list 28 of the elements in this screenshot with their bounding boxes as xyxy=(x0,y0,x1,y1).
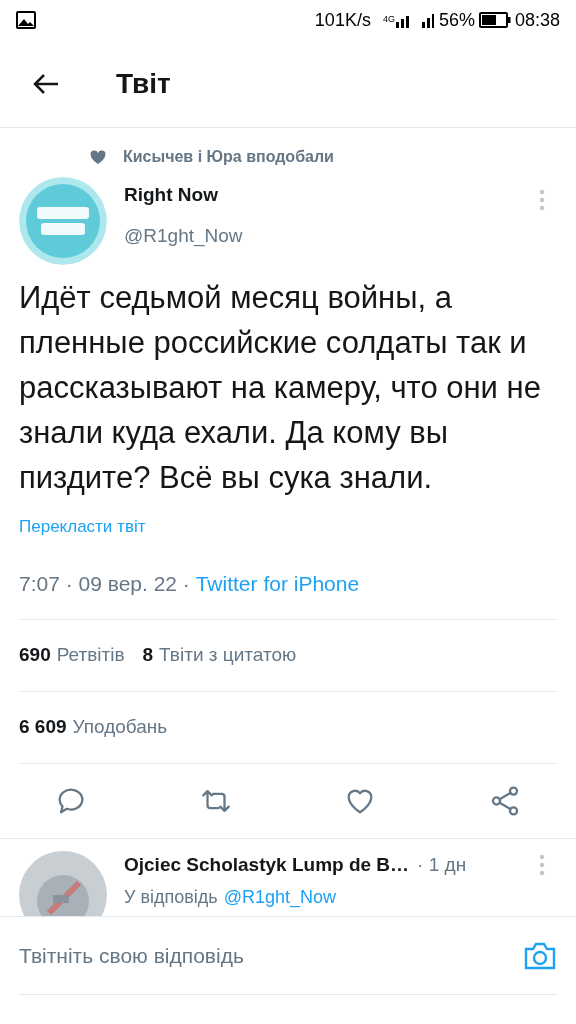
signal-icon xyxy=(394,12,435,28)
likes-count: 6 609 xyxy=(19,715,67,740)
stat-count: 8 xyxy=(142,643,154,668)
likes-label: Уподобань xyxy=(72,715,168,740)
stat-label: Твіти з цитатою xyxy=(159,643,297,668)
page-title: Твіт xyxy=(116,66,171,101)
camera-icon[interactable] xyxy=(523,940,557,971)
network-type: 4G xyxy=(382,13,395,27)
battery-icon xyxy=(478,12,511,28)
stat-link[interactable]: 8 Твіти з цитатою xyxy=(142,641,297,670)
stat-count: 690 xyxy=(19,643,51,668)
tweet-timestamp: 7:07 · 09 вер. 22 · xyxy=(19,570,191,597)
author-handle[interactable]: @R1ght_Now xyxy=(124,221,539,250)
reply-input-field[interactable]: Твітніть свою відповідь xyxy=(19,939,523,972)
clock: 08:38 xyxy=(514,8,560,32)
stat-link[interactable]: 690 Ретвітів xyxy=(19,641,125,670)
heart-icon xyxy=(90,149,106,165)
image-icon xyxy=(16,11,36,29)
tweet-text: Идёт седьмой месяц войны, а пленные российские солдаты так и рассказывают на камеру, что они не знали куда ехали. Да кому вы пиздите? Всё вы сука знали. xyxy=(18,279,542,497)
liked-by-text: Кисычев і Юра вподобали xyxy=(123,147,334,167)
back-arrow-icon xyxy=(32,71,60,96)
stat-label: Ретвітів xyxy=(56,643,125,668)
reply-time: · 1 дн xyxy=(417,853,467,877)
battery-percent: 56% xyxy=(438,8,475,32)
author-name[interactable]: Right Now xyxy=(124,181,539,210)
reply-author-name[interactable]: Ojciec Scholastyk Lump de B… xyxy=(124,851,410,880)
network-speed: 101K/s xyxy=(314,8,371,32)
reply-context: У відповідь xyxy=(124,885,218,909)
